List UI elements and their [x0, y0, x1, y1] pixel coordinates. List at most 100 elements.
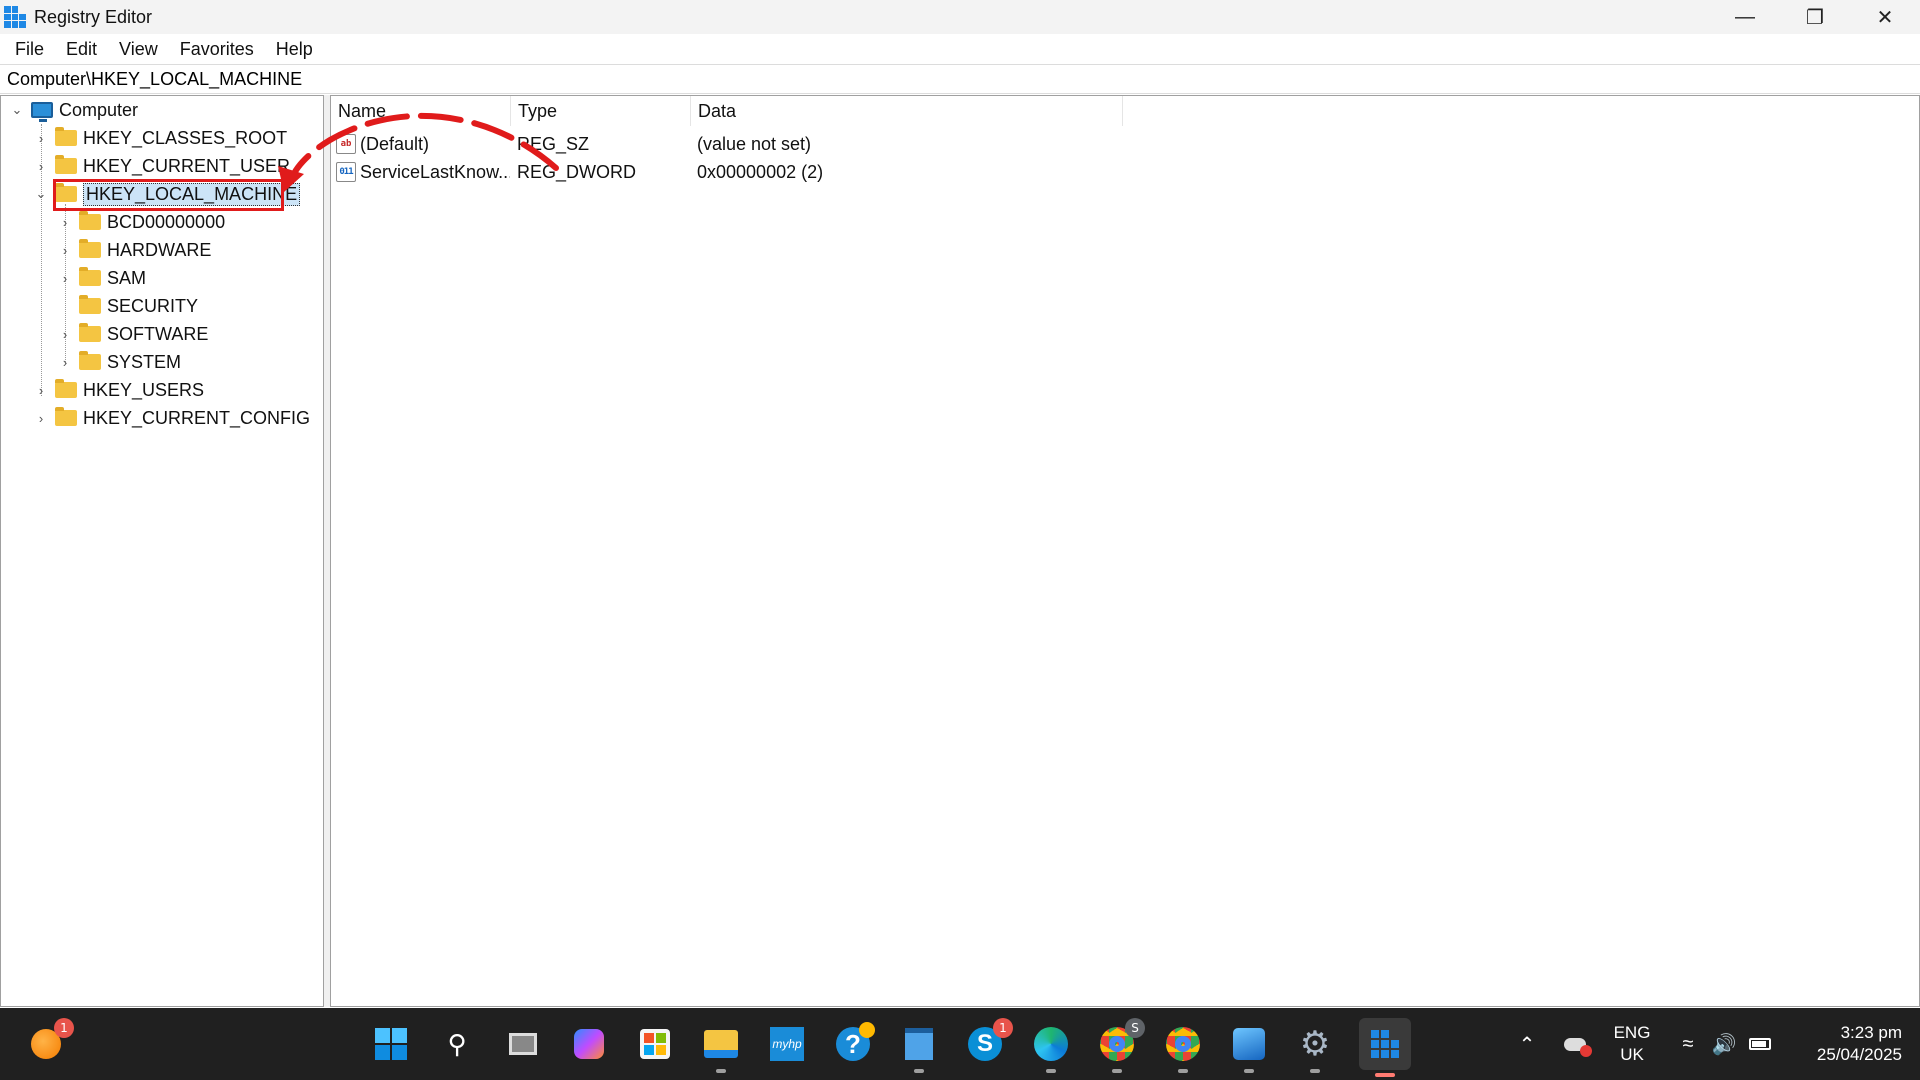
column-header-type[interactable]: Type — [511, 96, 691, 126]
menu-file[interactable]: File — [4, 39, 55, 60]
chevron-right-icon[interactable]: › — [57, 354, 73, 370]
registry-editor-icon — [1371, 1030, 1399, 1058]
dword-value-icon: 011 — [336, 162, 356, 182]
value-data: 0x00000002 (2) — [697, 161, 824, 182]
active-indicator — [1375, 1073, 1395, 1077]
tree-item-system[interactable]: › SYSTEM — [57, 348, 181, 376]
get-help-button[interactable]: ? — [831, 1022, 875, 1066]
tree-connector — [57, 298, 73, 314]
tree-item-hardware[interactable]: › HARDWARE — [57, 236, 211, 264]
photos-icon — [1233, 1028, 1265, 1060]
chevron-right-icon[interactable]: › — [33, 410, 49, 426]
tree-item-hkey-current-config[interactable]: › HKEY_CURRENT_CONFIG — [33, 404, 310, 432]
value-type: REG_SZ — [517, 133, 590, 154]
chevron-right-icon[interactable]: › — [33, 158, 49, 174]
help-badge-dot — [859, 1022, 875, 1038]
chevron-down-icon[interactable]: ⌄ — [9, 102, 25, 118]
edge-icon — [1034, 1027, 1068, 1061]
notepad-button[interactable] — [897, 1022, 941, 1073]
notification-badge: 1 — [54, 1018, 74, 1038]
menu-edit[interactable]: Edit — [55, 39, 108, 60]
tree-item-software[interactable]: › SOFTWARE — [57, 320, 208, 348]
close-button[interactable]: ✕ — [1850, 0, 1920, 34]
values-list-pane[interactable]: Name Type Data ab (Default) REG_SZ (valu… — [330, 95, 1920, 1007]
table-row[interactable]: ab (Default) REG_SZ (value not set) — [331, 130, 990, 158]
microsoft-store-button[interactable] — [633, 1022, 677, 1066]
skype-button[interactable]: S 1 — [963, 1018, 1013, 1066]
tree-item-hkey-classes-root[interactable]: › HKEY_CLASSES_ROOT — [33, 124, 287, 152]
tree-item-hkey-local-machine[interactable]: ⌄ HKEY_LOCAL_MACHINE — [33, 180, 301, 208]
menu-view[interactable]: View — [108, 39, 169, 60]
running-indicator — [914, 1069, 924, 1073]
edge-button[interactable] — [1029, 1022, 1073, 1073]
start-button[interactable] — [369, 1022, 413, 1066]
chevron-right-icon[interactable]: › — [57, 242, 73, 258]
menu-favorites[interactable]: Favorites — [169, 39, 265, 60]
menu-help[interactable]: Help — [265, 39, 324, 60]
chevron-right-icon[interactable]: › — [57, 326, 73, 342]
restore-button[interactable]: ❐ — [1780, 0, 1850, 34]
window-title: Registry Editor — [34, 6, 153, 27]
minimize-button[interactable]: — — [1710, 0, 1780, 34]
tree-item-label: HARDWARE — [107, 239, 212, 260]
chevron-right-icon[interactable]: › — [57, 270, 73, 286]
tree-item-label: SYSTEM — [107, 351, 182, 372]
copilot-button[interactable] — [567, 1022, 611, 1066]
clock[interactable]: 3:23 pm 25/04/2025 — [1786, 1022, 1902, 1066]
key-tree-pane[interactable]: ⌄ Computer › HKEY_CLASSES_ROOT › HKEY_CU… — [0, 95, 324, 1007]
tree-item-label: SOFTWARE — [107, 323, 209, 344]
folder-icon — [55, 407, 77, 426]
settings-button[interactable]: ⚙ — [1293, 1022, 1337, 1073]
folder-icon — [79, 267, 101, 286]
notepad-icon — [905, 1028, 933, 1060]
folder-icon — [79, 323, 101, 342]
widgets-button[interactable]: 1 — [24, 1018, 74, 1066]
title-bar: Registry Editor — ❐ ✕ — [0, 0, 1920, 34]
tree-item-sam[interactable]: › SAM — [57, 264, 146, 292]
tree-item-hkey-users[interactable]: › HKEY_USERS — [33, 376, 204, 404]
tree-item-label: BCD00000000 — [107, 211, 226, 232]
address-bar[interactable]: Computer\HKEY_LOCAL_MACHINE — [0, 64, 1920, 94]
tree-item-label: SECURITY — [107, 295, 199, 316]
chevron-right-icon[interactable]: › — [57, 214, 73, 230]
tree-item-security[interactable]: SECURITY — [57, 292, 198, 320]
chevron-right-icon[interactable]: › — [33, 382, 49, 398]
show-hidden-icons-chevron-up-icon[interactable]: ⌃ — [1513, 1030, 1541, 1058]
table-row[interactable]: 011 ServiceLastKnow... REG_DWORD 0x00000… — [331, 158, 990, 186]
folder-icon — [55, 155, 77, 174]
myhp-button[interactable]: myhp — [765, 1022, 809, 1066]
clock-time: 3:23 pm — [1840, 1023, 1902, 1042]
tree-item-label: HKEY_USERS — [83, 379, 205, 400]
gear-icon: ⚙ — [1299, 1025, 1331, 1063]
chrome-profile-button[interactable]: S — [1095, 1018, 1145, 1073]
registry-editor-taskbar-button[interactable] — [1359, 1018, 1411, 1077]
registry-editor-window: Registry Editor — ❐ ✕ File Edit View Fav… — [0, 0, 1920, 1080]
chevron-right-icon[interactable]: › — [33, 130, 49, 146]
wifi-icon[interactable]: ≈ — [1674, 1030, 1702, 1058]
running-indicator — [1310, 1069, 1320, 1073]
file-explorer-button[interactable] — [699, 1022, 743, 1073]
tree-item-computer[interactable]: ⌄ Computer — [9, 96, 138, 124]
copilot-icon — [574, 1029, 604, 1059]
language-indicator[interactable]: ENG UK — [1608, 1022, 1656, 1066]
computer-icon — [31, 102, 53, 122]
tree-item-bcd00000000[interactable]: › BCD00000000 — [57, 208, 225, 236]
photos-button[interactable] — [1227, 1022, 1271, 1073]
search-button[interactable]: ⚲ — [435, 1022, 479, 1066]
volume-icon[interactable]: 🔊 — [1710, 1030, 1738, 1058]
tree-item-label: HKEY_CURRENT_USER — [83, 155, 291, 176]
chevron-down-icon[interactable]: ⌄ — [33, 186, 49, 202]
value-data: (value not set) — [697, 133, 812, 154]
onedrive-error-icon[interactable] — [1561, 1030, 1592, 1058]
region-code: UK — [1620, 1045, 1644, 1064]
folder-icon — [55, 379, 77, 398]
column-header-name[interactable]: Name — [331, 96, 511, 126]
battery-icon[interactable] — [1746, 1030, 1774, 1058]
chrome-button[interactable] — [1161, 1022, 1205, 1073]
tree-item-hkey-current-user[interactable]: › HKEY_CURRENT_USER — [33, 152, 290, 180]
folder-icon — [79, 211, 101, 230]
chrome-icon — [1166, 1027, 1200, 1061]
column-header-data[interactable]: Data — [691, 96, 1123, 126]
task-view-button[interactable] — [501, 1022, 545, 1066]
window-controls: — ❐ ✕ — [1710, 0, 1920, 34]
